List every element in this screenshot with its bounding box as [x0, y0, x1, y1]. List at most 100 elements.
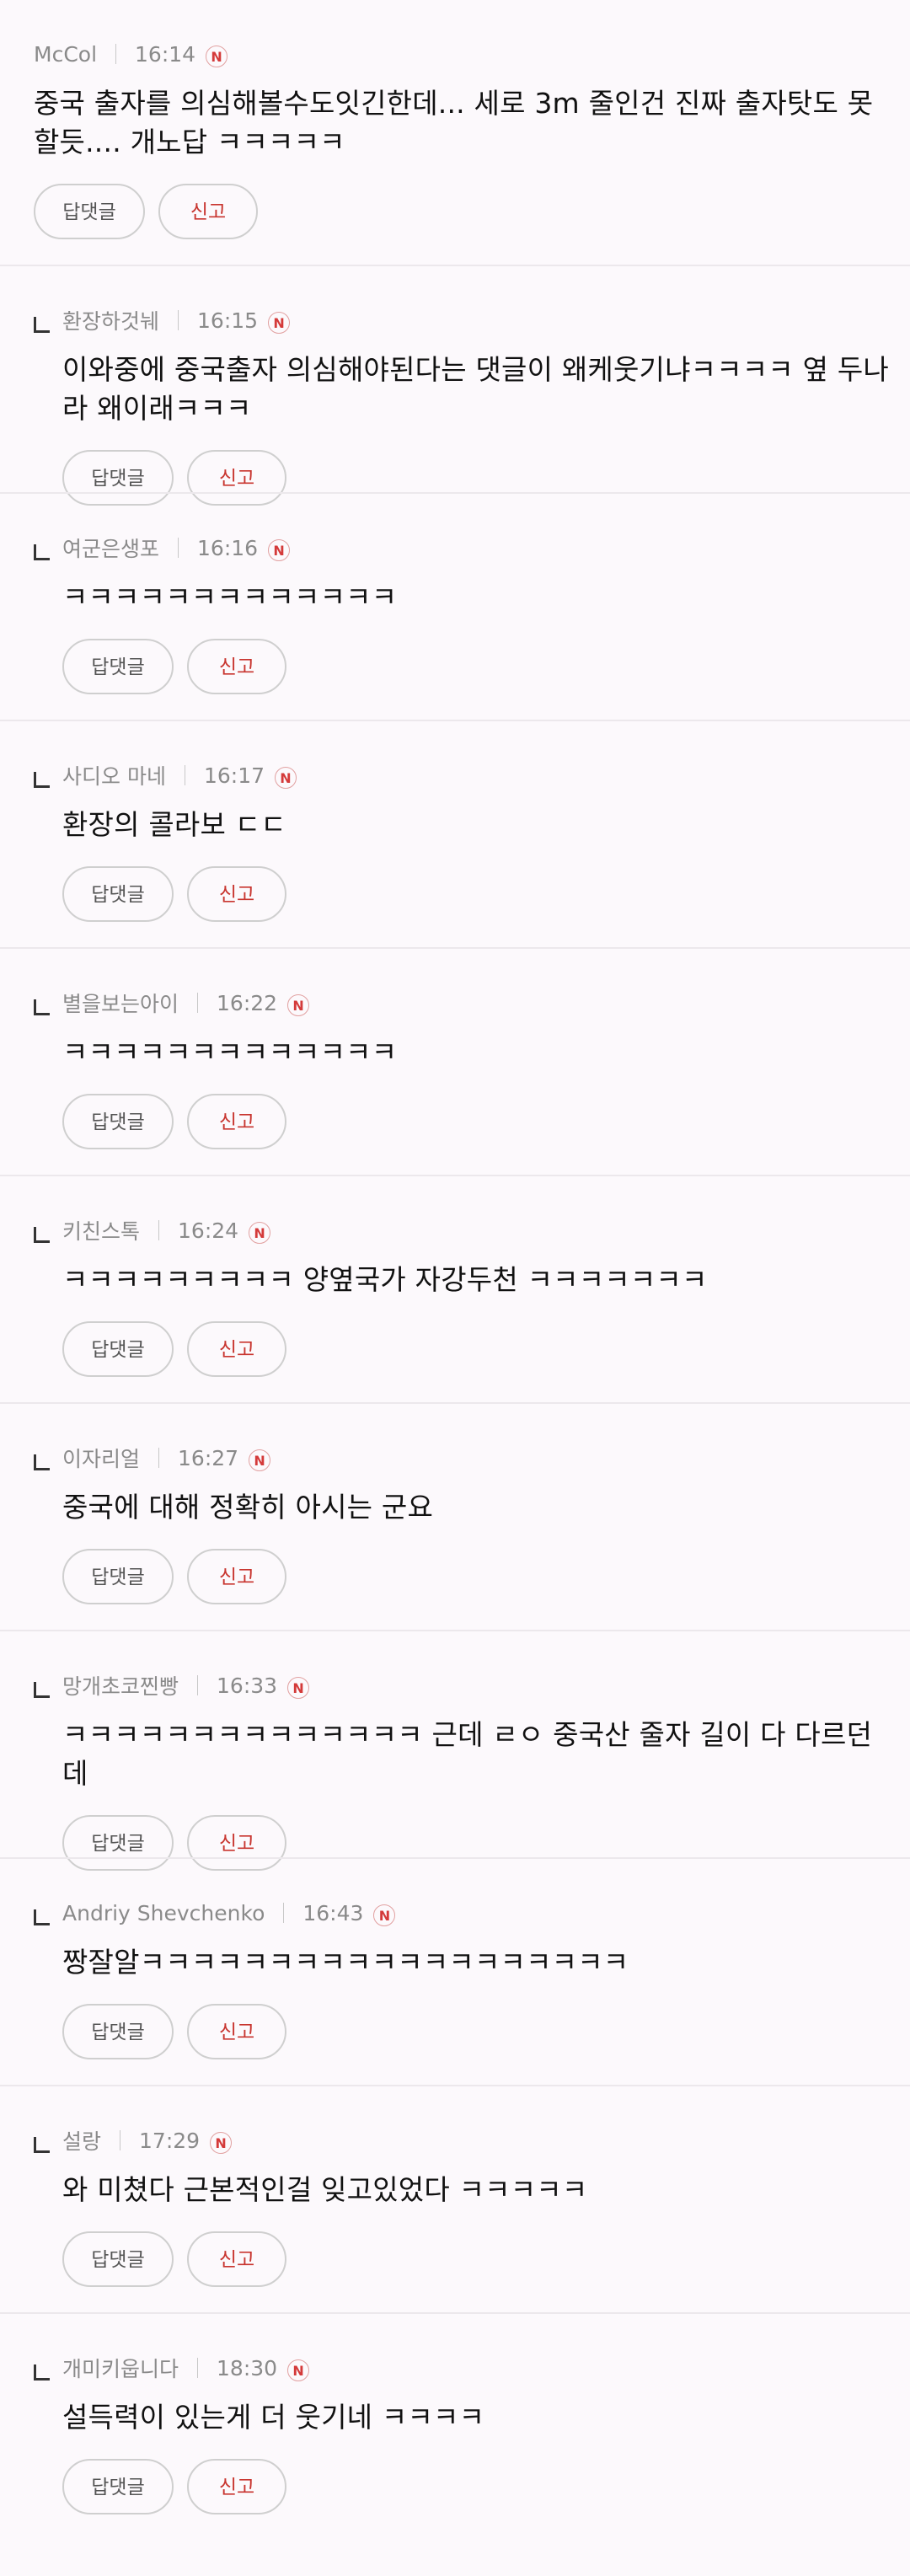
comment-time: 16:16 [197, 535, 259, 560]
reply-indicator-icon [34, 544, 50, 560]
reply-button[interactable]: 답댓글 [62, 2231, 174, 2287]
comment-text: 중국에 대해 정확히 아시는 군요 [62, 1491, 434, 1524]
new-badge-icon: N [373, 1904, 396, 1926]
comment-item: 사디오 마네 16:17 N 환장의 콜라보 ㄷㄷ 답댓글 신고 [0, 720, 910, 947]
report-button[interactable]: 신고 [187, 639, 286, 694]
comment-text: 환장의 콜라보 ㄷㄷ [62, 808, 286, 841]
comment-time: 16:33 [217, 1673, 278, 1698]
report-button[interactable]: 신고 [187, 866, 286, 922]
comment-author[interactable]: 별을보는아이 [62, 988, 179, 1018]
comment-actions: 답댓글 신고 [62, 2231, 893, 2287]
comment-meta: 여군은생포 16:16 N [62, 534, 893, 561]
comment-actions: 답댓글 신고 [62, 866, 893, 922]
comment-text: ㅋㅋㅋㅋㅋㅋㅋㅋㅋ 양옆국가 자강두천 ㅋㅋㅋㅋㅋㅋㅋ [62, 1263, 708, 1296]
meta-divider [197, 1675, 199, 1695]
new-badge-icon: N [275, 767, 297, 789]
new-badge-icon: N [268, 312, 291, 334]
comment-meta: McCol 16:14 N [34, 40, 893, 67]
comment-text: 와 미쳤다 근본적인걸 잊고있었다 ㅋㅋㅋㅋㅋ [62, 2173, 588, 2206]
comment-time: 18:30 [217, 2355, 278, 2381]
comment-text: 이와중에 중국출자 의심해야된다는 댓글이 왜케웃기냐ㅋㅋㅋㅋ 옆 두나라 왜이… [62, 353, 889, 425]
reply-indicator-icon [34, 999, 50, 1015]
comment-author[interactable]: 설랑 [62, 2125, 101, 2156]
report-button[interactable]: 신고 [187, 2004, 286, 2059]
comment-meta: 키친스톡 16:24 N [62, 1217, 893, 1244]
meta-divider [158, 1448, 160, 1468]
comment-time: 16:24 [178, 1218, 239, 1243]
comment-author[interactable]: Andriy Shevchenko [62, 1901, 265, 1925]
comment-time: 16:15 [197, 308, 259, 333]
reply-indicator-icon [34, 1909, 50, 1925]
meta-divider [283, 1903, 285, 1923]
comment-author[interactable]: 환장하것눼 [62, 305, 159, 335]
comment-meta: 이자리얼 16:27 N [62, 1444, 893, 1471]
comment-author[interactable]: 망개초코찐빵 [62, 1670, 179, 1700]
reply-indicator-icon [34, 1227, 50, 1243]
new-badge-icon: N [206, 46, 228, 67]
reply-button[interactable]: 답댓글 [62, 2004, 174, 2059]
comment-text: 중국 출자를 의심해볼수도잇긴한데... 세로 3m 줄인건 진짜 출자탓도 못… [34, 87, 874, 158]
comment-text: ㅋㅋㅋㅋㅋㅋㅋㅋㅋㅋㅋㅋㅋ [62, 581, 398, 613]
new-badge-icon: N [287, 994, 310, 1016]
comment-item: 키친스톡 16:24 N ㅋㅋㅋㅋㅋㅋㅋㅋㅋ 양옆국가 자강두천 ㅋㅋㅋㅋㅋㅋㅋ… [0, 1175, 910, 1402]
reply-button[interactable]: 답댓글 [62, 639, 174, 694]
comment-meta: 개미키웁니다 18:30 N [62, 2354, 893, 2381]
comment-meta: 사디오 마네 16:17 N [62, 762, 893, 789]
comment-meta: 설랑 17:29 N [62, 2127, 893, 2154]
report-button[interactable]: 신고 [187, 2459, 286, 2514]
report-button[interactable]: 신고 [158, 184, 258, 239]
new-badge-icon: N [268, 539, 291, 561]
comment-actions: 답댓글 신고 [62, 1321, 893, 1377]
reply-button[interactable]: 답댓글 [62, 1094, 174, 1149]
comment-actions: 답댓글 신고 [62, 639, 893, 694]
new-badge-icon: N [249, 1222, 271, 1244]
comment-time: 16:27 [178, 1445, 239, 1470]
meta-divider [197, 993, 199, 1013]
new-badge-icon: N [287, 1677, 310, 1699]
comment-text: 설득력이 있는게 더 웃기네 ㅋㅋㅋㅋ [62, 2401, 485, 2434]
comment-author[interactable]: 여군은생포 [62, 533, 159, 563]
reply-button[interactable]: 답댓글 [34, 184, 145, 239]
reply-button[interactable]: 답댓글 [62, 2459, 174, 2514]
report-button[interactable]: 신고 [187, 1549, 286, 1604]
comment-item: 환장하것눼 16:15 N 이와중에 중국출자 의심해야된다는 댓글이 왜케웃기… [0, 265, 910, 506]
comment-item: 별을보는아이 16:22 N ㅋㅋㅋㅋㅋㅋㅋㅋㅋㅋㅋㅋㅋ 답댓글 신고 [0, 947, 910, 1175]
reply-indicator-icon [34, 772, 50, 788]
report-button[interactable]: 신고 [187, 1321, 286, 1377]
reply-indicator-icon [34, 1454, 50, 1470]
new-badge-icon: N [210, 2132, 233, 2154]
comment-item: 망개초코찐빵 16:33 N ㅋㅋㅋㅋㅋㅋㅋㅋㅋㅋㅋㅋㅋㅋ 근데 ㄹㅇ 중국산 … [0, 1630, 910, 1871]
comment-item: 여군은생포 16:16 N ㅋㅋㅋㅋㅋㅋㅋㅋㅋㅋㅋㅋㅋ 답댓글 신고 [0, 492, 910, 720]
meta-divider [158, 1220, 160, 1240]
comment-author[interactable]: 이자리얼 [62, 1443, 140, 1473]
reply-indicator-icon [34, 2137, 50, 2153]
comment-time: 16:14 [135, 41, 196, 67]
comment-author[interactable]: 개미키웁니다 [62, 2353, 179, 2383]
comment-time: 16:43 [302, 1900, 364, 1925]
comment-list: McCol 16:14 N 중국 출자를 의심해볼수도잇긴한데... 세로 3m… [0, 0, 910, 2540]
comment-text: 짱잘알ㅋㅋㅋㅋㅋㅋㅋㅋㅋㅋㅋㅋㅋㅋㅋㅋㅋㅋㅋ [62, 1946, 629, 1979]
comment-item: Andriy Shevchenko 16:43 N 짱잘알ㅋㅋㅋㅋㅋㅋㅋㅋㅋㅋㅋ… [0, 1857, 910, 2085]
comment-author[interactable]: McCol [34, 42, 97, 67]
report-button[interactable]: 신고 [187, 1094, 286, 1149]
comment-item: McCol 16:14 N 중국 출자를 의심해볼수도잇긴한데... 세로 3m… [0, 0, 910, 265]
meta-divider [178, 538, 179, 558]
reply-button[interactable]: 답댓글 [62, 866, 174, 922]
meta-divider [115, 44, 117, 64]
meta-divider [178, 310, 179, 330]
comment-author[interactable]: 사디오 마네 [62, 760, 166, 790]
comment-author[interactable]: 키친스톡 [62, 1215, 140, 1245]
comment-meta: Andriy Shevchenko 16:43 N [62, 1899, 893, 1926]
comment-actions: 답댓글 신고 [62, 2459, 893, 2514]
comment-meta: 환장하것눼 16:15 N [62, 307, 893, 334]
comment-actions: 답댓글 신고 [34, 184, 893, 239]
comment-actions: 답댓글 신고 [62, 1094, 893, 1149]
reply-button[interactable]: 답댓글 [62, 1321, 174, 1377]
reply-indicator-icon [34, 2364, 50, 2381]
new-badge-icon: N [287, 2359, 310, 2381]
comment-item: 이자리얼 16:27 N 중국에 대해 정확히 아시는 군요 답댓글 신고 [0, 1402, 910, 1630]
report-button[interactable]: 신고 [187, 2231, 286, 2287]
comment-item: 설랑 17:29 N 와 미쳤다 근본적인걸 잊고있었다 ㅋㅋㅋㅋㅋ 답댓글 신… [0, 2085, 910, 2312]
reply-button[interactable]: 답댓글 [62, 1549, 174, 1604]
comment-time: 16:22 [217, 990, 278, 1015]
